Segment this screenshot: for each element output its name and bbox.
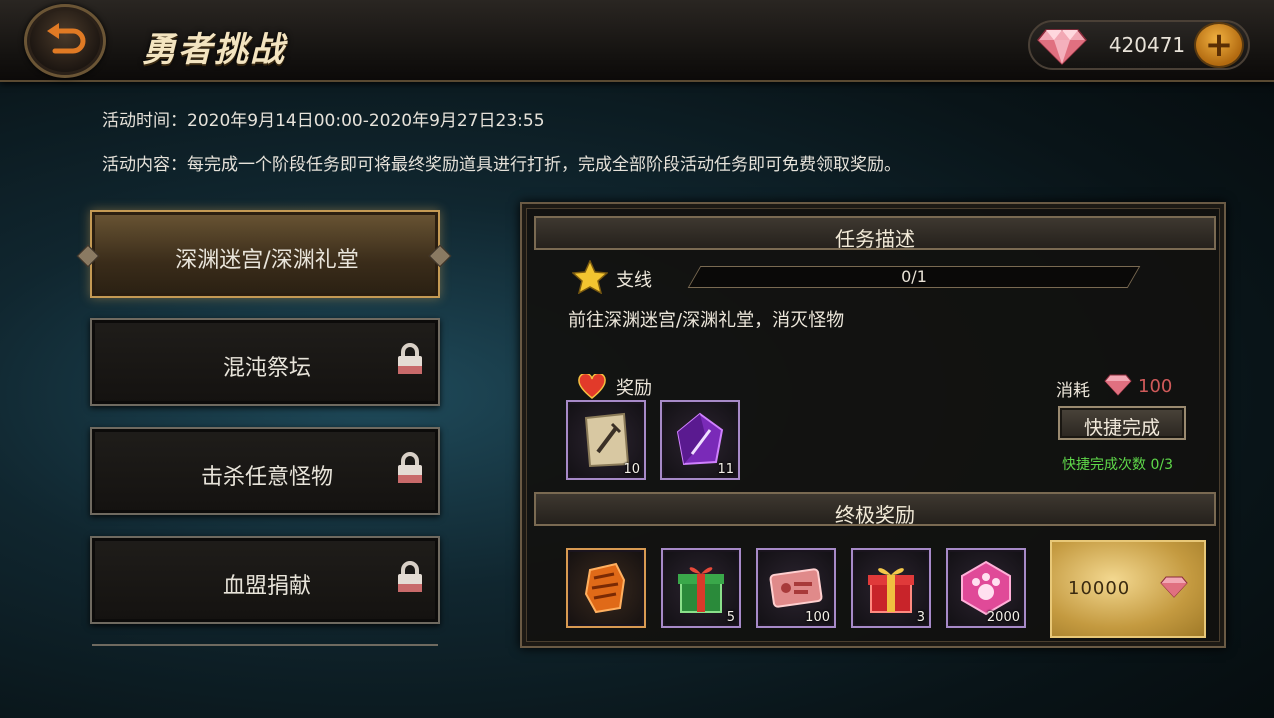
quick-complete-button[interactable]: 快捷完成	[1058, 406, 1186, 440]
final-item-green-gift[interactable]: 5	[661, 548, 741, 628]
event-content-value: 每完成一个阶段任务即可将最终奖励道具进行打折，完成全部阶段活动任务即可免费领取奖…	[187, 155, 901, 175]
page-title: 勇者挑战	[142, 30, 286, 70]
item-count: 10	[623, 462, 640, 477]
lock-icon	[398, 452, 422, 483]
branch-label: 支线	[616, 270, 652, 291]
reward-item-scroll[interactable]: 10	[566, 400, 646, 480]
top-bar: 勇者挑战 420471 +	[0, 0, 1274, 82]
task-panel: 任务描述 支线 0/1 前往深渊迷宫/深渊礼堂，消灭怪物 奖励 10 11 消耗…	[520, 202, 1226, 648]
event-time-label: 活动时间：	[102, 111, 187, 131]
task-description-header: 任务描述	[534, 216, 1216, 251]
final-reward-price: 10000	[1068, 578, 1131, 599]
item-count: 3	[916, 610, 925, 625]
event-content-label: 活动内容：	[102, 155, 187, 175]
back-button[interactable]	[24, 4, 106, 78]
tab-clan-donation[interactable]: 血盟捐献	[90, 536, 440, 624]
final-item-armor[interactable]	[566, 548, 646, 628]
tab-kill-monsters[interactable]: 击杀任意怪物	[90, 427, 440, 515]
tab-chaos-altar[interactable]: 混沌祭坛	[90, 318, 440, 406]
cost-value: 100	[1138, 376, 1173, 397]
tab-abyss-maze[interactable]: 深渊迷宫/深渊礼堂	[76, 210, 452, 298]
diamond-icon	[1104, 374, 1132, 396]
exchange-ticket-icon	[769, 568, 823, 608]
final-item-ticket[interactable]: 100	[756, 548, 836, 628]
green-gift-box-icon	[678, 567, 724, 613]
heart-icon	[578, 374, 606, 399]
pink-paw-gem-icon	[961, 560, 1011, 616]
event-content: 活动内容：每完成一个阶段任务即可将最终奖励道具进行打折，完成全部阶段活动任务即可…	[102, 150, 901, 175]
star-icon	[572, 260, 608, 294]
final-reward-header: 终极奖励	[534, 492, 1216, 527]
item-count: 5	[726, 610, 735, 625]
final-reward-claim-button[interactable]: 10000	[1050, 540, 1206, 638]
red-gift-box-icon	[868, 568, 914, 613]
tab-label: 血盟捐献	[222, 574, 311, 599]
purple-crystal-icon	[676, 412, 724, 466]
task-description: 前往深渊迷宫/深渊礼堂，消灭怪物	[568, 310, 845, 331]
orange-armor-icon	[584, 562, 626, 614]
reward-item-crystal[interactable]: 11	[660, 400, 740, 480]
final-item-red-gift[interactable]: 3	[851, 548, 931, 628]
quick-complete-label: 快捷完成	[1083, 417, 1160, 439]
item-count: 100	[805, 610, 830, 625]
final-reward-title: 终极奖励	[835, 503, 915, 527]
cost-label: 消耗	[1056, 381, 1090, 401]
tab-label: 击杀任意怪物	[200, 465, 333, 490]
scroll-icon	[584, 412, 630, 468]
event-time: 活动时间：2020年9月14日00:00-2020年9月27日23:55	[102, 106, 545, 131]
lock-icon	[398, 343, 422, 374]
item-count: 2000	[986, 610, 1020, 625]
lock-icon	[398, 561, 422, 592]
diamond-balance: 420471 +	[1028, 20, 1250, 70]
diamond-icon	[1160, 576, 1188, 598]
tab-list-overflow-edge	[92, 644, 438, 650]
tab-label: 深渊迷宫/深渊礼堂	[175, 248, 359, 273]
tab-label: 混沌祭坛	[222, 356, 311, 381]
diamond-icon	[1036, 29, 1088, 66]
task-progress-text: 0/1	[901, 267, 927, 286]
item-count: 11	[717, 462, 734, 477]
back-arrow-icon	[47, 23, 86, 54]
add-diamond-button[interactable]: +	[1194, 22, 1244, 68]
final-item-paw-gem[interactable]: 2000	[946, 548, 1026, 628]
plus-icon: +	[1204, 25, 1234, 65]
diamond-amount: 420471	[1108, 33, 1186, 57]
task-description-title: 任务描述	[835, 227, 915, 251]
reward-label: 奖励	[616, 378, 652, 399]
event-time-value: 2020年9月14日00:00-2020年9月27日23:55	[187, 111, 545, 131]
quick-complete-count: 快捷完成次数 0/3	[1062, 457, 1173, 473]
